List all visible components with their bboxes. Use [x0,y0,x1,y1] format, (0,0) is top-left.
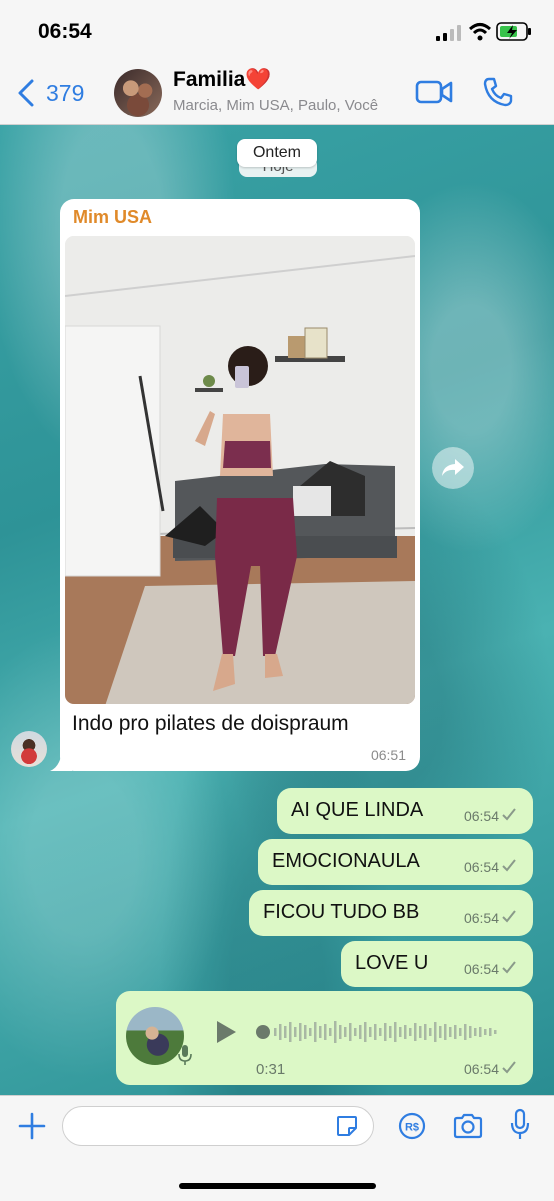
svg-text:R$: R$ [405,1122,419,1134]
camera-icon[interactable] [452,1112,484,1140]
sticker-icon[interactable] [335,1114,359,1138]
outgoing-message[interactable]: LOVE U 06:54 [341,941,533,987]
message-input[interactable] [62,1106,374,1146]
video-call-icon[interactable] [415,78,453,106]
message-time: 06:54 [463,961,499,977]
sent-check-icon [502,808,516,821]
message-text: EMOCIONAULA [272,850,420,872]
message-time: 06:51 [370,747,406,763]
back-chevron-icon[interactable] [14,78,40,108]
outgoing-message[interactable]: FICOU TUDO BB 06:54 [249,890,533,936]
phone-icon[interactable] [482,76,514,108]
sent-check-icon [502,961,516,974]
sent-check-icon [502,1061,516,1074]
outgoing-message[interactable]: AI QUE LINDA 06:54 [277,788,533,834]
play-icon[interactable] [214,1019,238,1045]
message-photo[interactable] [65,236,415,704]
status-bar: 06:54 [0,0,554,62]
message-time: 06:54 [463,859,499,875]
voice-duration: 0:31 [256,1061,286,1078]
sender-avatar[interactable] [11,731,47,767]
chat-area[interactable]: Hoje Ontem Mim USA [0,125,554,1095]
status-time: 06:54 [38,20,92,43]
message-caption: Indo pro pilates de doispraum [72,712,349,735]
sender-name[interactable]: Mim USA [73,207,152,228]
waveform[interactable] [256,1017,506,1047]
chat-header: 379 Familia❤️ Marcia, Mim USA, Paulo, Vo… [0,62,554,125]
message-text: FICOU TUDO BB [263,901,420,923]
forward-icon[interactable] [432,447,474,489]
mic-icon[interactable] [509,1108,531,1142]
message-time: 06:54 [463,1061,499,1077]
plus-icon[interactable] [18,1112,46,1140]
photo-content [65,236,415,704]
chat-title[interactable]: Familia❤️ [173,68,272,92]
group-avatar[interactable] [114,69,162,117]
chat-participants[interactable]: Marcia, Mim USA, Paulo, Você [173,97,378,114]
date-pill: Ontem [237,139,317,167]
battery-icon [496,22,531,41]
message-time: 06:54 [463,910,499,926]
home-indicator [179,1183,376,1189]
sent-check-icon [502,910,516,923]
wifi-icon [468,23,492,41]
payment-icon[interactable]: R$ [398,1112,426,1140]
message-text: AI QUE LINDA [291,799,424,821]
voice-message[interactable]: 0:31 06:54 [116,991,533,1085]
message-time: 06:54 [463,808,499,824]
incoming-photo-message[interactable]: Mim USA Indo pro pilates de doispraum 06… [60,199,420,771]
cellular-signal-icon [436,25,461,41]
composer-bar: R$ [0,1095,554,1201]
message-text: LOVE U [355,952,429,974]
back-unread-count[interactable]: 379 [46,80,84,107]
outgoing-message[interactable]: EMOCIONAULA 06:54 [258,839,533,885]
sent-check-icon [502,859,516,872]
mic-icon [178,1045,192,1065]
